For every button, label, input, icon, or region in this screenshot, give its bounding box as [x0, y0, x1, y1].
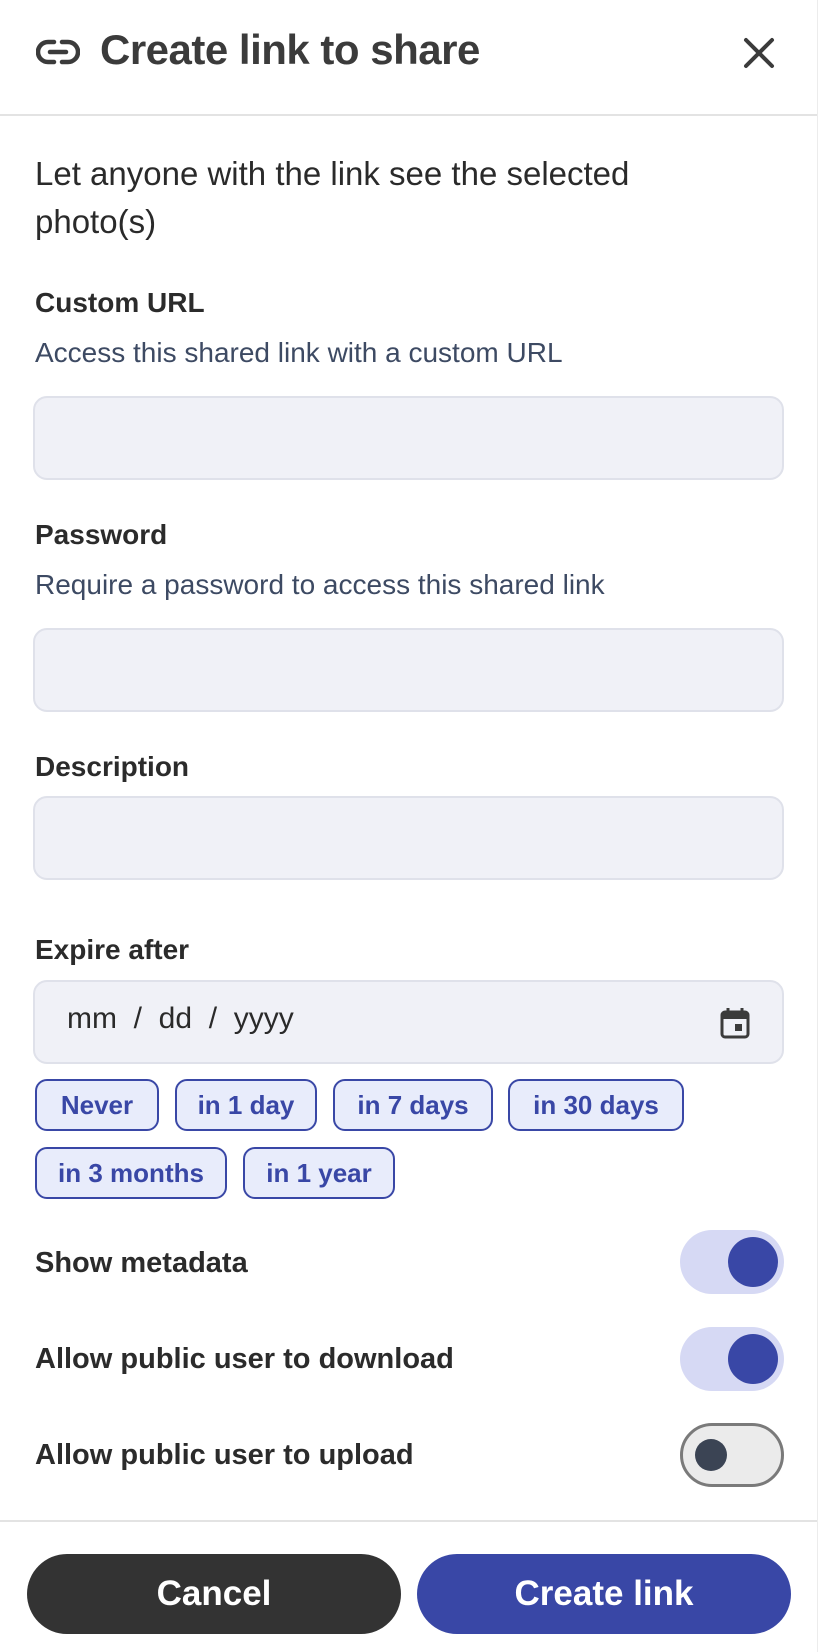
password-input[interactable]: [33, 628, 784, 712]
toggle-knob: [695, 1439, 727, 1471]
description-label: Description: [35, 751, 190, 782]
chip-3-months[interactable]: in 3 months: [35, 1147, 227, 1199]
show-metadata-label: Show metadata: [35, 1247, 248, 1279]
password-help: Require a password to access this shared…: [35, 569, 605, 600]
password-label: Password: [35, 519, 168, 550]
show-metadata-toggle[interactable]: [680, 1230, 784, 1294]
intro-text: Let anyone with the link see the selecte…: [35, 155, 630, 240]
custom-url-help: Access this shared link with a custom UR…: [35, 337, 563, 368]
expire-date-input[interactable]: mm / dd / yyyy: [33, 980, 784, 1064]
cancel-button[interactable]: Cancel: [27, 1554, 401, 1634]
custom-url-input[interactable]: [33, 396, 784, 480]
toggle-knob: [728, 1334, 778, 1384]
close-icon[interactable]: [738, 32, 780, 74]
create-link-button[interactable]: Create link: [417, 1554, 791, 1634]
custom-url-label: Custom URL: [35, 287, 205, 318]
dialog-title: Create link to share: [100, 26, 480, 73]
chip-never[interactable]: Never: [35, 1079, 159, 1131]
chip-30-days[interactable]: in 30 days: [508, 1079, 684, 1131]
allow-download-label: Allow public user to download: [35, 1343, 454, 1375]
toggle-knob: [728, 1237, 778, 1287]
allow-upload-toggle[interactable]: [680, 1423, 784, 1487]
dialog-header: Create link to share: [0, 0, 818, 116]
link-icon: [36, 39, 80, 65]
chip-1-year[interactable]: in 1 year: [243, 1147, 395, 1199]
chip-1-day[interactable]: in 1 day: [175, 1079, 317, 1131]
allow-download-toggle[interactable]: [680, 1327, 784, 1391]
chip-7-days[interactable]: in 7 days: [333, 1079, 493, 1131]
expire-label: Expire after: [35, 934, 190, 965]
description-input[interactable]: [33, 796, 784, 880]
footer-divider: [0, 1520, 818, 1522]
calendar-icon[interactable]: [718, 1006, 752, 1040]
allow-upload-label: Allow public user to upload: [35, 1439, 414, 1471]
share-link-dialog: Create link to share Let anyone with the…: [0, 0, 818, 1652]
date-placeholder: mm / dd / yyyy: [67, 1002, 294, 1035]
